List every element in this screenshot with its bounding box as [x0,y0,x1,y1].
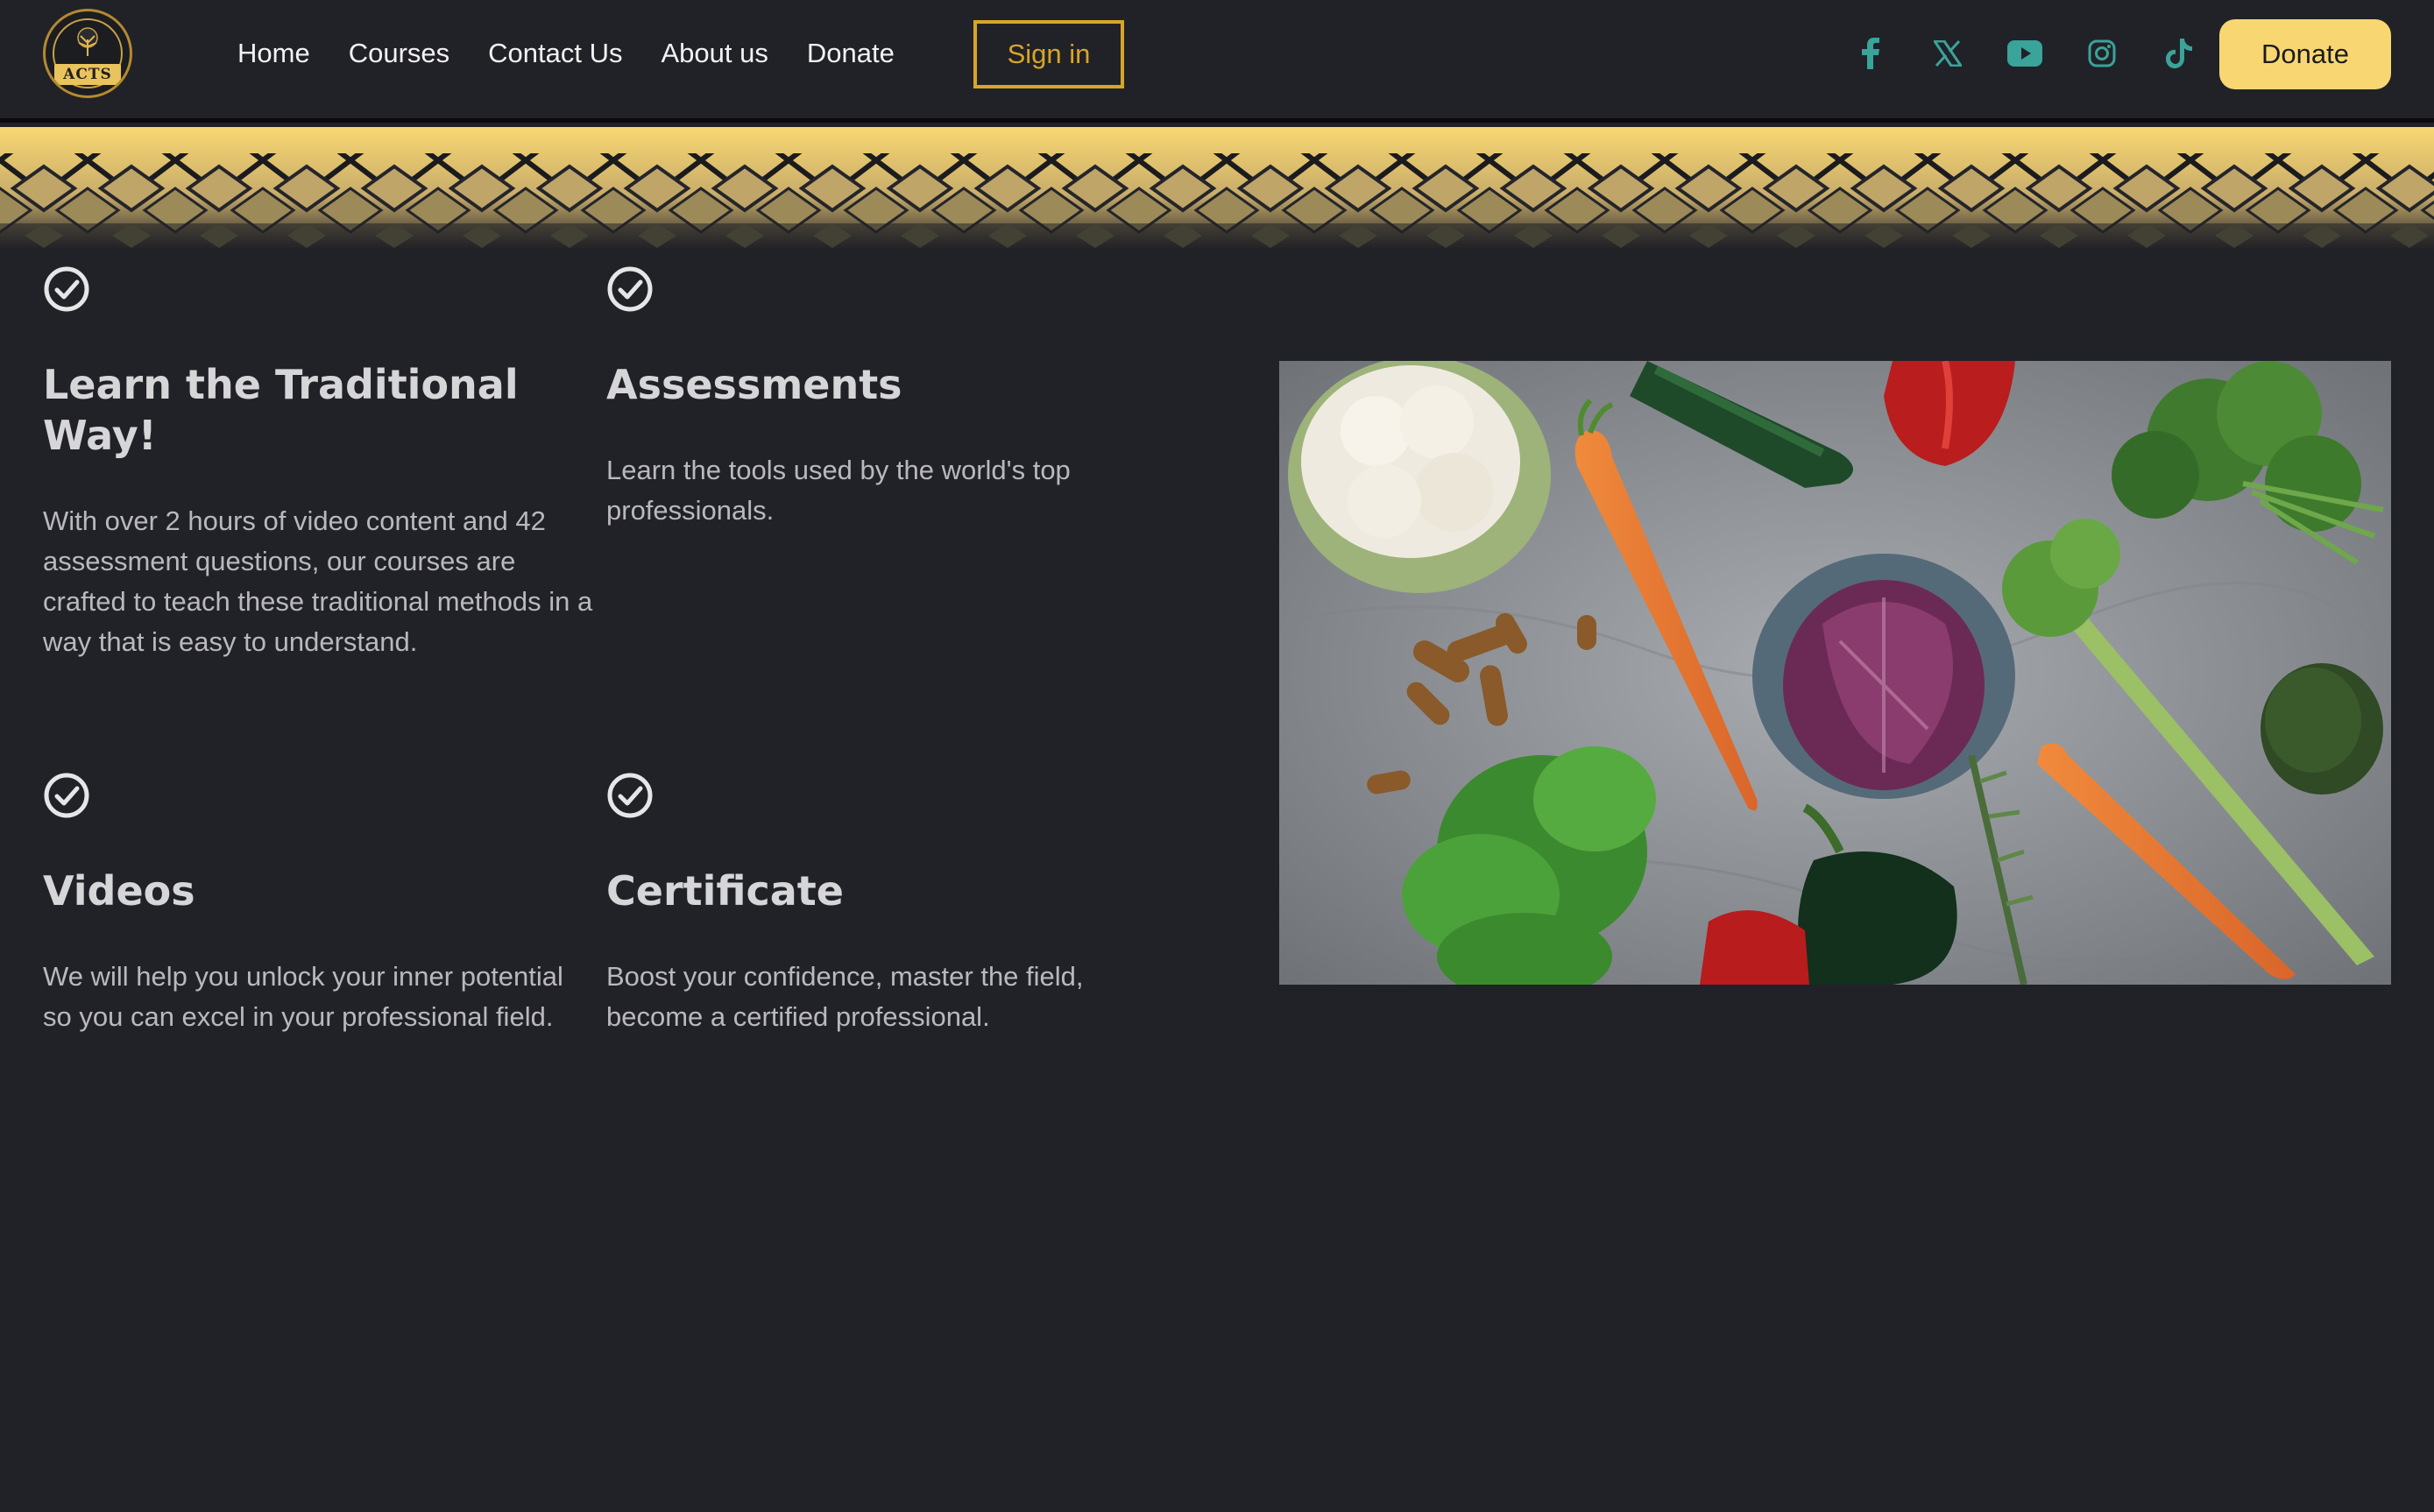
check-circle-icon [607,773,653,818]
logo-text: ACTS [54,64,121,85]
feature-text: We will help you unlock your inner poten… [43,961,563,1032]
feature-assessments: Assessments Learn the tools used by the … [606,265,1167,531]
feature-learn-traditional: Learn the Traditional Way! With over 2 h… [43,265,604,662]
nav-contact-us[interactable]: Contact Us [488,38,622,69]
decorative-pattern-band [0,127,2434,250]
donate-button[interactable]: Donate [2219,19,2391,89]
check-circle-icon [44,773,89,818]
feature-text: Learn the tools used by the world's top … [606,455,1071,526]
sign-in-button[interactable]: Sign in [973,20,1124,88]
youtube-icon[interactable] [2003,32,2047,75]
check-circle-icon [607,266,653,312]
feature-videos: Videos We will help you unlock your inne… [43,772,569,1037]
site-logo[interactable]: ACTS [43,9,132,98]
facebook-icon[interactable] [1849,32,1893,75]
tree-icon [77,27,98,56]
feature-title: Assessments [606,361,902,408]
main-nav: Home Courses Contact Us About us Donate [237,32,933,75]
site-header: ACTS Home Courses Contact Us About us Do… [0,0,2434,123]
feature-certificate: Certificate Boost your confidence, maste… [606,772,1167,1037]
feature-title: Videos [43,867,195,915]
nav-donate[interactable]: Donate [807,38,895,69]
nav-courses[interactable]: Courses [349,38,449,69]
feature-title: Certificate [606,867,844,915]
nav-home[interactable]: Home [237,38,310,69]
feature-text: Boost your confidence, master the field,… [606,961,1084,1032]
tiktok-icon[interactable] [2157,32,2201,75]
check-circle-icon [44,266,89,312]
nav-about-us[interactable]: About us [661,38,768,69]
feature-title: Learn the Traditional Way! [43,361,519,459]
social-links [1849,32,2234,75]
x-icon[interactable] [1926,32,1970,75]
instagram-icon[interactable] [2080,32,2124,75]
vegetables-image [1279,361,2391,985]
feature-text: With over 2 hours of video content and 4… [43,505,593,657]
